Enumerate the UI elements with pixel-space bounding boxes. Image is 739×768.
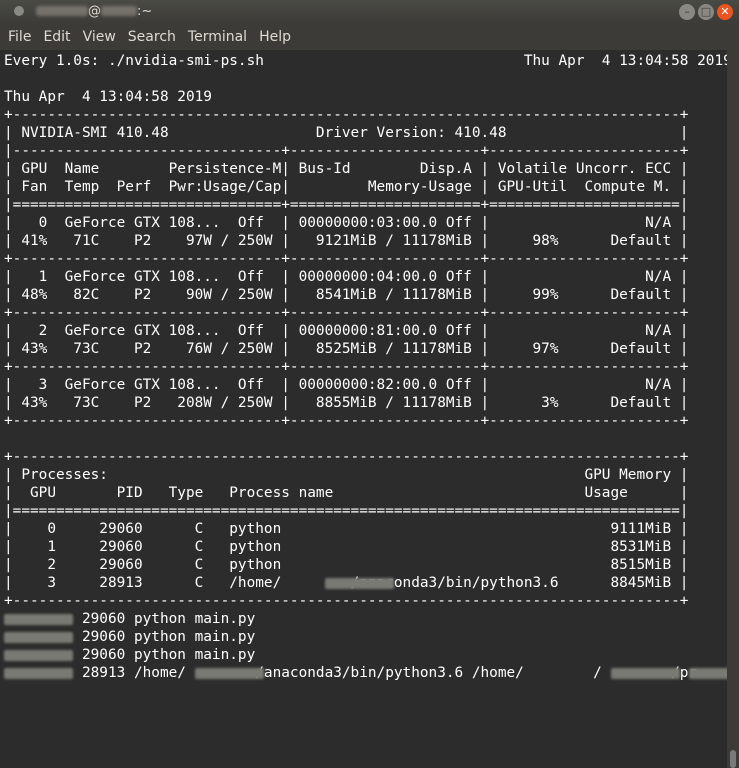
terminal-line: +---------------------------------------… (4, 593, 689, 609)
terminal-line: | GPU PID Type Process name Usage | (4, 485, 689, 501)
terminal-line: | NVIDIA-SMI 410.48 Driver Version: 410.… (4, 125, 689, 141)
terminal-line: | 41% 71C P2 97W / 250W | 9121MiB / 1117… (4, 233, 689, 249)
redacted-hostname (101, 6, 137, 16)
close-button[interactable]: ✕ (717, 4, 733, 20)
terminal-line: | 1 29060 C python 8531MiB | (4, 539, 689, 555)
redacted-text (610, 668, 681, 679)
terminal-line: +-------------------------------+-------… (4, 413, 689, 429)
terminal-line: | Processes: GPU Memory | (4, 467, 689, 483)
terminal-line: Every 1.0s: ./nvidia-smi-ps.sh Thu Apr 4… (4, 53, 727, 69)
terminal-line: | 2 29060 C python 8515MiB | (4, 557, 689, 573)
terminal-line: | 3 GeForce GTX 108... Off | 00000000:82… (4, 377, 689, 393)
terminal-line: 29060 python main.py (4, 629, 256, 645)
terminal-line: +-------------------------------+-------… (4, 305, 689, 321)
menu-file[interactable]: File (2, 24, 37, 50)
terminal-line: |=======================================… (4, 503, 689, 519)
title-suffix: :~ (137, 4, 153, 19)
terminal-line: | 3 28913 C /home/ /anaconda3/bin/python… (4, 575, 689, 591)
scrollbar-thumb[interactable] (730, 750, 736, 768)
terminal-lines: Every 1.0s: ./nvidia-smi-ps.sh Thu Apr 4… (4, 52, 727, 682)
redacted-text (324, 578, 395, 589)
maximize-button[interactable]: □ (698, 4, 714, 20)
redacted-username (36, 6, 88, 16)
redacted-text (4, 650, 74, 661)
terminal-line: 28913 /home/ /anaconda3/bin/python3.6 /h… (4, 664, 727, 682)
terminal-line: | 43% 73C P2 208W / 250W | 8855MiB / 111… (4, 395, 689, 411)
scrollbar[interactable] (727, 50, 739, 768)
terminal-line: | 48% 82C P2 90W / 250W | 8541MiB / 1117… (4, 287, 689, 303)
menu-bar: File Edit View Search Terminal Help (0, 24, 739, 50)
window-title: @ :~ (36, 4, 152, 19)
title-separator: @ (88, 4, 101, 19)
redacted-text (4, 668, 74, 679)
terminal-line: | Fan Temp Perf Pwr:Usage/Cap| Memory-Us… (4, 179, 689, 195)
menu-help[interactable]: Help (253, 24, 297, 50)
window-controls: – □ ✕ (679, 4, 733, 20)
terminal-line: |-------------------------------+-------… (4, 143, 689, 159)
terminal-line: 29060 python main.py (4, 647, 256, 663)
menu-search[interactable]: Search (122, 24, 182, 50)
menu-edit[interactable]: Edit (37, 24, 76, 50)
terminal-line: Thu Apr 4 13:04:58 2019 (4, 89, 212, 105)
terminal-line: | 1 GeForce GTX 108... Off | 00000000:04… (4, 269, 689, 285)
redacted-text (194, 668, 265, 679)
redacted-text (4, 614, 74, 625)
terminal-line: |===============================+=======… (4, 197, 689, 213)
menu-view[interactable]: View (77, 24, 122, 50)
terminal-line: +---------------------------------------… (4, 107, 689, 123)
terminal-line: +-------------------------------+-------… (4, 251, 689, 267)
redacted-text (4, 632, 74, 643)
terminal-line: | 2 GeForce GTX 108... Off | 00000000:81… (4, 323, 689, 339)
terminal-line: | 43% 73C P2 76W / 250W | 8525MiB / 1117… (4, 341, 689, 357)
terminal-line: | 0 29060 C python 9111MiB | (4, 521, 689, 537)
minimize-button[interactable]: – (679, 4, 695, 20)
terminal-line: | 0 GeForce GTX 108... Off | 00000000:03… (4, 215, 689, 231)
window-titlebar[interactable]: @ :~ – □ ✕ (0, 0, 739, 24)
terminal-app-icon (14, 6, 24, 16)
menu-terminal[interactable]: Terminal (182, 24, 253, 50)
terminal-line: 29060 python main.py (4, 611, 256, 627)
terminal-line: | GPU Name Persistence-M| Bus-Id Disp.A … (4, 161, 689, 177)
terminal-output[interactable]: Every 1.0s: ./nvidia-smi-ps.sh Thu Apr 4… (0, 50, 727, 768)
terminal-line: +---------------------------------------… (4, 449, 689, 465)
redacted-text (688, 668, 727, 679)
terminal-line: +-------------------------------+-------… (4, 359, 689, 375)
